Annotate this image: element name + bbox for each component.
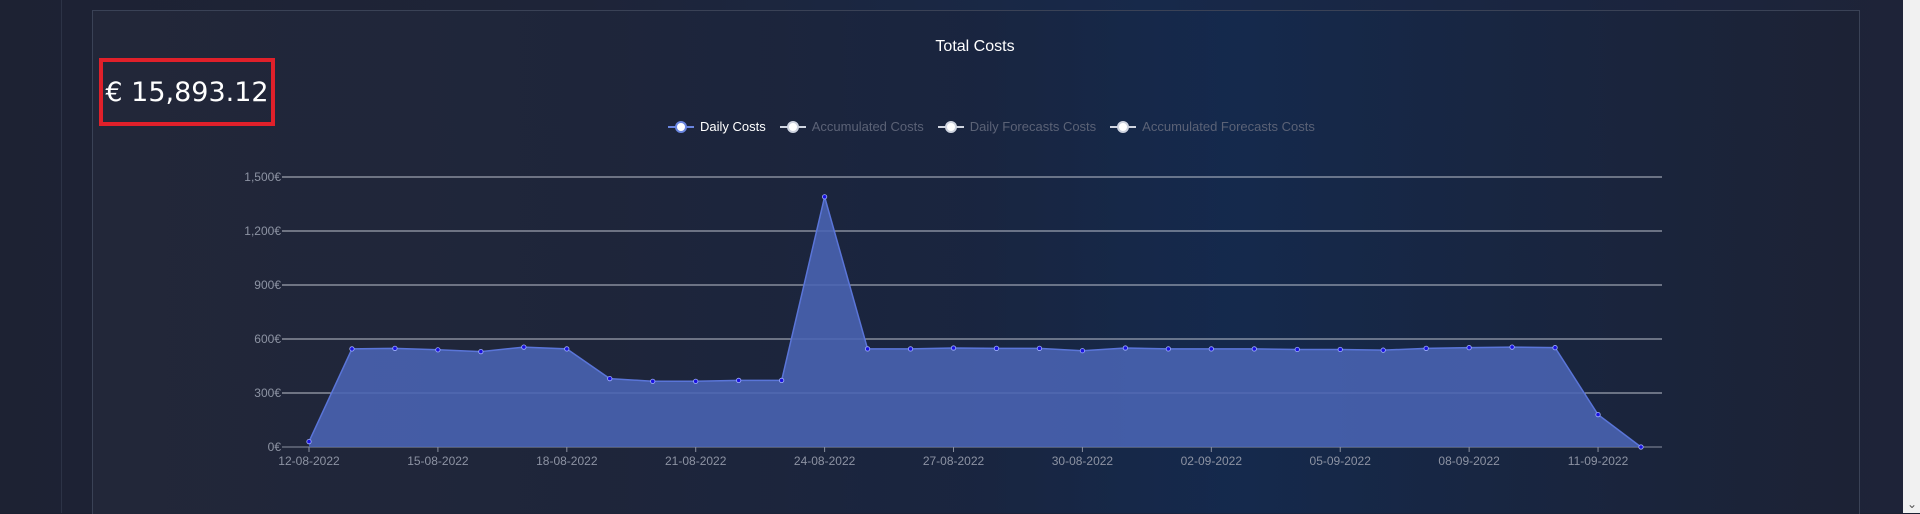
data-point [1251, 346, 1257, 352]
data-point [349, 346, 355, 352]
data-point [950, 345, 957, 351]
scrollbar[interactable]: ⌄ [1903, 0, 1920, 513]
data-point [306, 438, 312, 445]
data-point [1380, 347, 1386, 353]
x-tick-label: 05-09-2022 [1310, 454, 1372, 468]
data-point [392, 345, 398, 351]
y-tick-label: 1,500€ [244, 170, 281, 184]
data-point [1638, 444, 1644, 450]
data-point [1423, 345, 1429, 351]
x-tick-label: 08-09-2022 [1438, 454, 1500, 468]
data-point [736, 377, 742, 383]
data-point [1079, 348, 1086, 354]
data-point [1466, 345, 1472, 351]
data-point [1552, 345, 1558, 351]
y-tick-label: 900€ [254, 278, 281, 292]
x-tick-label: 12-08-2022 [278, 454, 340, 468]
data-point [1337, 346, 1343, 353]
data-point [650, 378, 656, 384]
daily-costs-area [309, 196, 1641, 447]
data-point [1036, 345, 1043, 351]
data-point [1122, 345, 1128, 351]
data-point [693, 378, 699, 384]
data-point [864, 346, 871, 352]
x-tick-label: 21-08-2022 [665, 454, 727, 468]
y-tick-label: 300€ [254, 386, 281, 400]
x-tick-label: 24-08-2022 [794, 454, 856, 468]
data-point [435, 347, 441, 353]
x-tick-label: 18-08-2022 [536, 454, 598, 468]
data-point [907, 346, 914, 352]
cost-chart: 0€ 300€ 600€ 900€ 1,200€ 1,500€ 12-08-2022 15-0… [244, 170, 1662, 468]
data-point [779, 377, 785, 383]
data-point [607, 375, 613, 382]
data-point [993, 345, 1000, 351]
x-tick-label: 02-09-2022 [1181, 454, 1243, 468]
data-point [1509, 344, 1515, 350]
data-point [521, 344, 527, 350]
data-point [478, 348, 484, 355]
y-tick-label: 1,200€ [244, 224, 281, 238]
x-tick-label: 30-08-2022 [1052, 454, 1114, 468]
y-tick-label: 0€ [268, 440, 282, 454]
data-point [564, 346, 570, 352]
y-tick-label: 600€ [254, 332, 281, 346]
data-point [1595, 411, 1601, 418]
data-point [1208, 346, 1214, 352]
x-tick-label: 11-09-2022 [1568, 454, 1629, 468]
data-point [822, 194, 828, 200]
scroll-down-icon[interactable]: ⌄ [1907, 497, 1917, 511]
data-point [1294, 346, 1300, 353]
data-point [1165, 346, 1171, 352]
x-tick-label: 15-08-2022 [407, 454, 469, 468]
x-tick-label: 27-08-2022 [923, 454, 985, 468]
